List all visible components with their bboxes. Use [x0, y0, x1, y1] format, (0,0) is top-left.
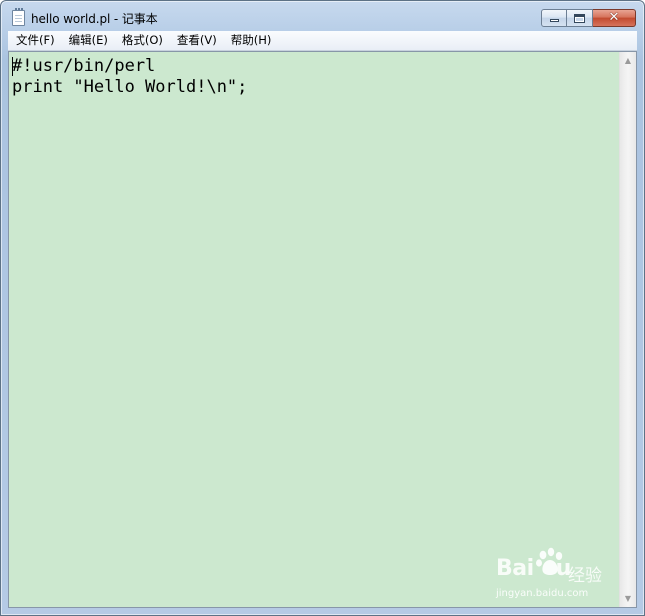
close-icon: ✕	[608, 10, 620, 25]
notepad-icon	[12, 8, 25, 26]
scroll-up-arrow-icon[interactable]: ▲	[620, 52, 636, 69]
menu-bar: 文件(F) 编辑(E) 格式(O) 查看(V) 帮助(H)	[8, 31, 637, 51]
editor-content[interactable]: #!usr/bin/perl print "Hello World!\n";	[9, 52, 619, 98]
menu-help[interactable]: 帮助(H)	[224, 31, 279, 50]
menu-file[interactable]: 文件(F)	[8, 31, 62, 50]
text-editor[interactable]: #!usr/bin/perl print "Hello World!\n";	[9, 52, 619, 607]
title-bar[interactable]: hello world.pl - 记事本 ✕	[1, 1, 644, 31]
menu-view[interactable]: 查看(V)	[170, 31, 224, 50]
editor-frame: #!usr/bin/perl print "Hello World!\n"; ▲…	[8, 51, 637, 608]
watermark-url: jingyan.baidu.com	[496, 588, 589, 599]
maximize-icon	[574, 14, 585, 23]
vertical-scrollbar[interactable]: ▲ ▼	[619, 52, 636, 607]
watermark-brand-cn: 经验	[568, 566, 602, 586]
watermark-brand: Bai u	[496, 556, 571, 581]
window-controls: ✕	[541, 9, 636, 28]
notepad-window: hello world.pl - 记事本 ✕ 文件(F) 编辑(E) 格式(O)…	[0, 0, 645, 616]
close-button[interactable]: ✕	[593, 9, 636, 27]
text-caret	[12, 57, 13, 76]
watermark-brand-left: Bai	[496, 556, 534, 581]
baidu-jingyan-watermark: Bai u 经验 jingyan.baidu.com	[496, 546, 621, 606]
menu-edit[interactable]: 编辑(E)	[62, 31, 115, 50]
window-title: hello world.pl - 记事本	[31, 12, 158, 26]
scroll-down-arrow-icon[interactable]: ▼	[620, 590, 636, 607]
maximize-button[interactable]	[567, 9, 593, 27]
minimize-button[interactable]	[541, 9, 567, 27]
minimize-icon	[550, 19, 559, 22]
menu-format[interactable]: 格式(O)	[115, 31, 170, 50]
